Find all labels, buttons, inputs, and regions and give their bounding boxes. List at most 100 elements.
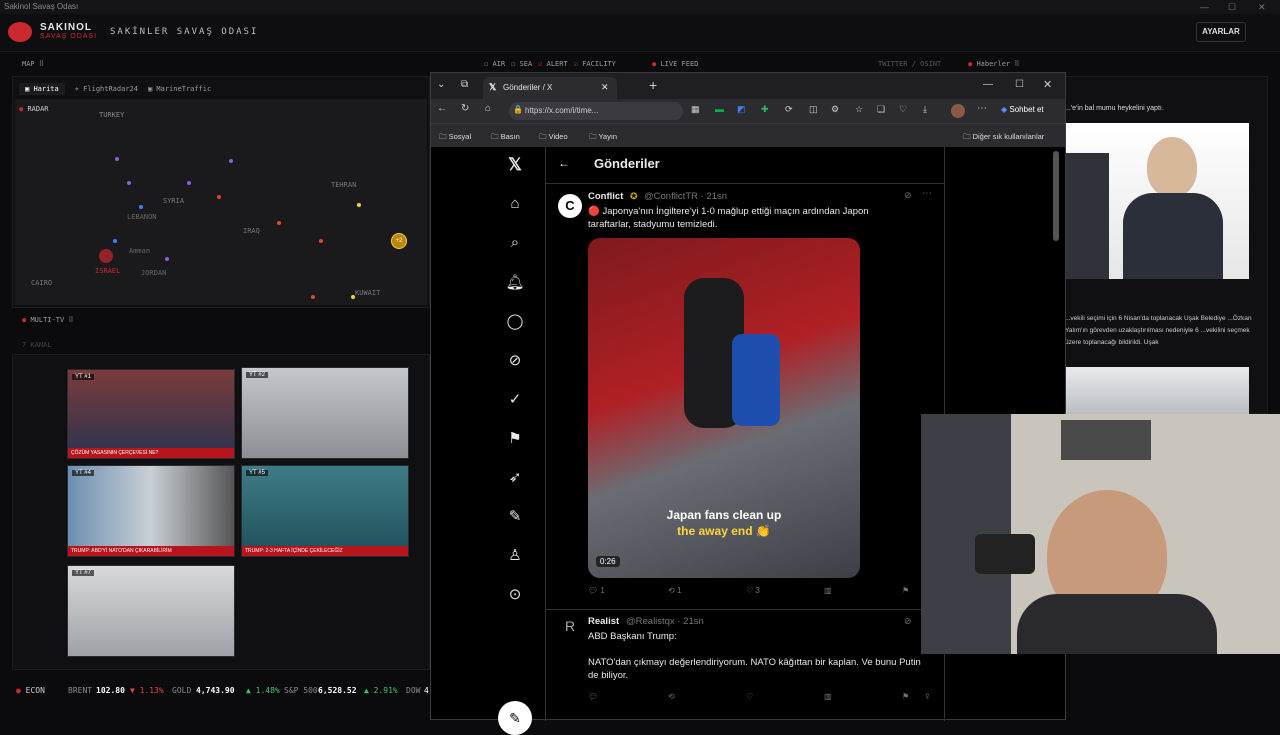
more-icon[interactable]: ⊙ [504,585,526,603]
share-icon[interactable]: ⇪ [924,692,931,701]
extension-icon[interactable]: ⟳ [785,104,793,115]
map-cluster[interactable]: +2 [391,233,407,249]
map-marker[interactable] [277,221,281,225]
avatar[interactable]: R [558,618,582,642]
filter-sea[interactable]: ☐ SEA [511,60,532,68]
business-icon[interactable]: ➶ [504,468,526,486]
close-icon[interactable]: ✕ [1258,0,1266,14]
tv-channel-2[interactable]: YT #2 [241,367,409,459]
views-icon[interactable]: ▥ [824,586,832,595]
other-bookmarks[interactable]: 🗀 Diğer sık kullanılanlar [963,131,1044,144]
tweet-handle[interactable]: @ConflictTR · 21sn [644,191,727,202]
profile-icon[interactable]: ♙ [504,546,526,564]
tv-channel-7[interactable]: YT #7 [67,565,235,657]
news-image-2[interactable] [1065,367,1249,415]
avatar[interactable]: C [558,194,582,218]
browser-tab[interactable]: 𝕏 Gönderiler / X ✕ [483,77,617,99]
extension-icon[interactable]: ✚ [761,104,769,115]
refresh-icon[interactable]: ↻ [461,103,469,114]
tv-channel-4[interactable]: YT #4 TRUMP: ABD'Yİ NATO'DAN ÇIKARABİLİR… [67,465,235,557]
downloads-icon[interactable]: ⤓ [923,104,927,115]
verified-icon[interactable]: ✓ [504,390,526,408]
tab-harita[interactable]: ▣ Harita [19,83,65,95]
home-icon[interactable]: ⌂ [485,103,491,114]
reply-button[interactable]: 💬︎ [588,692,598,701]
back-arrow-icon[interactable]: ← [558,156,570,170]
views-icon[interactable]: ▥ [824,692,832,701]
map-marker[interactable] [217,195,221,199]
search-icon[interactable]: ⌕ [504,234,526,251]
map-marker[interactable] [351,295,355,299]
map-marker[interactable] [311,295,315,299]
bookmark-basin[interactable]: 🗀 Basın [491,131,520,144]
extension-icon[interactable]: ◩ [737,104,746,115]
filter-air[interactable]: ☐ AIR [484,60,505,68]
filter-alert[interactable]: ☑ ALERT [538,60,568,68]
filter-facility[interactable]: ☑ FACILITY [574,60,616,68]
tv-channel-1[interactable]: YT #1 ÇÖZÜM YASASININ ÇERÇEVESİ NE? [67,369,235,459]
tweet-more-icon[interactable]: ⋯ [922,188,932,199]
news-image-1[interactable] [1065,123,1249,279]
tweet-author[interactable]: Realist [588,616,619,627]
grok-icon[interactable]: ⊘ [504,351,526,369]
extension-icon[interactable]: ▬ [715,104,724,114]
scrollbar[interactable] [1053,151,1059,241]
tweet-handle[interactable]: @Realistqx · 21sn [626,616,704,627]
back-icon[interactable]: ← [437,103,447,114]
extension-icon[interactable]: ▦ [691,104,700,115]
more-icon[interactable]: ⋯ [977,103,987,114]
favorites-icon[interactable]: ☆ [855,104,863,115]
collections-icon[interactable]: ❏ [877,104,885,115]
tab-flightradar[interactable]: ✈ FlightRadar24 [75,83,138,95]
tweet[interactable]: C Conflict ✪ @ConflictTR · 21sn ⊘ ⋯ 🔴 Ja… [546,183,944,603]
map-canvas[interactable]: ● RADAR TURKEY SYRIA CAIRO ISRAEL TEHRAN… [15,99,427,305]
bookmark-yayin[interactable]: 🗀 Yayın [589,131,617,144]
settings-button[interactable]: AYARLAR [1196,22,1246,42]
tab-marinetraffic[interactable]: ▣ MarineTraffic [148,83,211,95]
bookmark-video[interactable]: 🗀 Video [539,131,568,144]
tweet-video[interactable]: Japan fans clean up the away end 👏 0:26 [588,238,860,578]
extension-icon[interactable]: ⚙ [831,104,839,115]
new-tab-icon[interactable]: + [649,77,657,93]
bookmark-icon[interactable]: ⚑ [902,586,909,595]
grok-icon[interactable]: ⊘ [904,616,912,627]
map-marker[interactable] [115,157,119,161]
tv-channel-5[interactable]: YT #5 TRUMP: 2-3 HAFTA İÇİNDE ÇEKİLECEĞİ… [241,465,409,557]
window-minimize-icon[interactable]: — [983,79,993,90]
like-button[interactable]: ♡ [746,692,753,701]
articles-icon[interactable]: ✎ [504,507,526,525]
like-button[interactable]: ♡ 3 [746,586,760,595]
bookmarks-icon[interactable]: ⚑ [504,429,526,447]
map-marker[interactable] [127,181,131,185]
window-maximize-icon[interactable]: ☐ [1015,79,1024,90]
news-item-1[interactable]: ...'e'in bal mumu heykelini yaptı. [1065,105,1261,112]
messages-icon[interactable]: ◯ [504,312,526,330]
reply-button[interactable]: 💬︎ 1 [588,586,605,595]
profile-avatar[interactable] [951,104,965,118]
health-icon[interactable]: ♡ [899,104,907,115]
map-marker[interactable] [165,257,169,261]
bookmark-icon[interactable]: ⚑ [902,692,909,701]
tab-actions-icon[interactable]: ⌄ [437,79,445,90]
tweet-author[interactable]: Conflict [588,191,623,202]
retweet-button[interactable]: ⟲ [668,692,675,701]
maximize-icon[interactable]: ☐ [1228,0,1236,14]
map-marker[interactable] [319,239,323,243]
grok-icon[interactable]: ⊘ [904,190,912,201]
home-icon[interactable]: ⌂ [504,195,526,212]
compose-post-button[interactable]: ✎ [498,701,532,735]
workspaces-icon[interactable]: ⧉ [461,79,468,90]
bookmark-sosyal[interactable]: 🗀 Sosyal [439,131,471,144]
split-screen-icon[interactable]: ◫ [809,104,818,115]
minimize-icon[interactable]: — [1200,0,1209,14]
map-marker[interactable] [357,203,361,207]
map-marker[interactable] [187,181,191,185]
tab-close-icon[interactable]: ✕ [601,82,609,93]
notifications-icon[interactable]: 🔔︎ [504,273,526,291]
window-close-icon[interactable]: ✕ [1043,78,1052,91]
alert-marker[interactable] [99,249,113,263]
map-marker[interactable] [139,205,143,209]
retweet-button[interactable]: ⟲ 1 [668,586,681,595]
news-item-2[interactable]: ...vekili seçimi için 6 Nisan'da toplana… [1065,313,1261,349]
map-marker[interactable] [229,159,233,163]
